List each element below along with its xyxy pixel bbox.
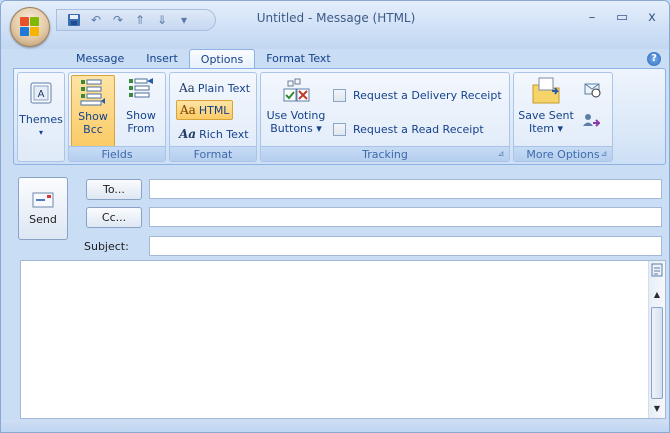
fields-group-label: Fields — [69, 146, 165, 161]
delivery-receipt-label: Request a Delivery Receipt — [353, 88, 502, 102]
title-bar: ↶ ↷ ⇑ ⇓ ▾ Untitled - Message (HTML) – ▭ … — [1, 1, 669, 49]
delivery-receipt-option[interactable]: Request a Delivery Receipt — [333, 86, 502, 104]
help-icon[interactable]: ? — [647, 52, 661, 66]
close-button[interactable]: x — [637, 7, 667, 27]
group-fields: Show Bcc Show From Fields — [68, 72, 166, 162]
save-sent-label-2: Item ▾ — [528, 122, 564, 135]
voting-label-2: Buttons ▾ — [270, 122, 322, 135]
message-window: ↶ ↷ ⇑ ⇓ ▾ Untitled - Message (HTML) – ▭ … — [0, 0, 670, 433]
more-options-dialog-launcher-icon[interactable]: ⊿ — [599, 149, 609, 159]
delay-delivery-icon[interactable] — [582, 79, 602, 99]
minimize-button[interactable]: – — [577, 7, 607, 27]
folder-icon — [530, 75, 562, 107]
scroll-thumb[interactable] — [651, 307, 663, 399]
format-group-label: Format — [170, 146, 256, 161]
rich-text-label: Rich Text — [199, 127, 249, 141]
ribbon: A Themes ▾ Show Bcc Show From Fields Aa … — [13, 68, 666, 165]
plain-text-icon: Aa — [179, 81, 195, 95]
more-options-group-label: More Options ⊿ — [514, 146, 612, 161]
read-receipt-checkbox[interactable] — [333, 122, 346, 136]
maximize-button[interactable]: ▭ — [607, 7, 637, 27]
rich-text-option[interactable]: Aa Rich Text — [176, 124, 252, 144]
themes-button[interactable]: A Themes ▾ — [19, 79, 63, 139]
show-bcc-label-1: Show — [78, 110, 108, 123]
show-from-label-1: Show — [126, 109, 156, 122]
send-label: Send — [29, 212, 57, 226]
tracking-group-label: Tracking ⊿ — [261, 146, 509, 161]
show-from-button[interactable]: Show From — [119, 75, 163, 135]
tab-format-text[interactable]: Format Text — [255, 49, 342, 69]
cc-field[interactable] — [149, 207, 662, 227]
send-icon — [32, 192, 54, 207]
rich-text-icon: Aa — [179, 127, 197, 141]
tab-options[interactable]: Options — [188, 49, 256, 69]
voting-icon — [280, 75, 312, 107]
html-option[interactable]: Aa HTML — [176, 100, 234, 120]
html-label: HTML — [198, 103, 230, 117]
ruler-toggle-icon[interactable] — [651, 263, 663, 277]
group-tracking: Use Voting Buttons ▾ Request a Delivery … — [260, 72, 510, 162]
cc-button[interactable]: Cc... — [86, 207, 142, 228]
show-from-label-2: From — [127, 122, 155, 135]
tab-message[interactable]: Message — [65, 49, 135, 69]
group-more-options: Save Sent Item ▾ More Options ⊿ — [513, 72, 613, 162]
tracking-group-title: Tracking — [362, 148, 408, 161]
ribbon-tabs: Message Insert Options Format Text — [65, 49, 342, 69]
group-themes: A Themes ▾ — [17, 72, 65, 162]
themes-icon: A — [25, 79, 57, 111]
scroll-down-icon[interactable]: ▼ — [649, 403, 665, 415]
tab-insert[interactable]: Insert — [135, 49, 189, 69]
plain-text-option[interactable]: Aa Plain Text — [176, 78, 253, 98]
send-button[interactable]: Send — [18, 177, 68, 240]
html-icon: Aa — [180, 103, 196, 117]
themes-dropdown-icon: ▾ — [38, 128, 43, 137]
plain-text-label: Plain Text — [197, 81, 251, 95]
show-bcc-button[interactable]: Show Bcc — [71, 75, 115, 147]
more-options-group-title: More Options — [526, 148, 600, 161]
use-voting-buttons[interactable]: Use Voting Buttons ▾ — [263, 75, 329, 135]
window-controls: – ▭ x — [577, 7, 667, 27]
to-field[interactable] — [149, 179, 662, 199]
direct-replies-icon[interactable] — [580, 111, 602, 131]
show-bcc-icon — [77, 76, 109, 108]
status-bar — [1, 420, 669, 432]
message-header: Send To... Cc... Subject: — [13, 169, 666, 261]
show-bcc-label-2: Bcc — [83, 123, 103, 136]
delivery-receipt-checkbox[interactable] — [333, 88, 346, 102]
subject-field[interactable] — [149, 236, 662, 256]
to-button[interactable]: To... — [86, 179, 142, 200]
vertical-scrollbar[interactable]: ▲ ▼ — [648, 261, 665, 418]
svg-text:A: A — [38, 89, 45, 100]
voting-label-1: Use Voting — [266, 109, 326, 122]
read-receipt-option[interactable]: Request a Read Receipt — [333, 120, 484, 138]
subject-label: Subject: — [84, 240, 129, 253]
show-from-icon — [125, 75, 157, 107]
group-format: Aa Plain Text Aa HTML Aa Rich Text Forma… — [169, 72, 257, 162]
scroll-up-icon[interactable]: ▲ — [649, 289, 665, 301]
tracking-dialog-launcher-icon[interactable]: ⊿ — [496, 149, 506, 159]
window-title: Untitled - Message (HTML) — [256, 11, 416, 25]
read-receipt-label: Request a Read Receipt — [353, 122, 484, 136]
themes-label: Themes — [19, 113, 63, 126]
message-body[interactable]: ▲ ▼ — [20, 260, 666, 419]
save-sent-label-1: Save Sent — [518, 109, 574, 122]
save-sent-item-button[interactable]: Save Sent Item ▾ — [516, 75, 576, 135]
